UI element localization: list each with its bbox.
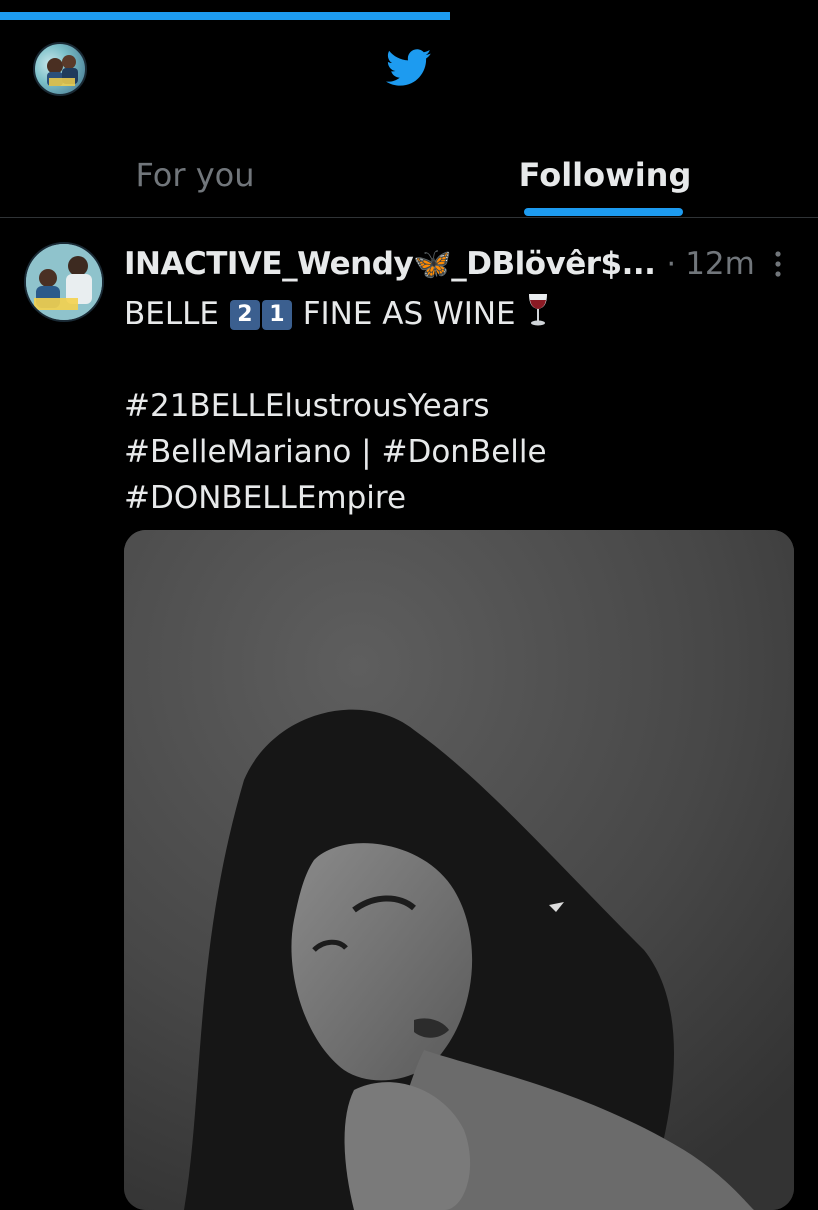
tweet-header: INACTIVE_Wendy🦋_DBlövêr$... · 12m bbox=[124, 245, 764, 289]
hashtag-line-1[interactable]: #21BELLElustrousYears bbox=[124, 383, 784, 429]
tweet-timestamp[interactable]: 12m bbox=[685, 246, 755, 282]
tweet-text-suffix: FINE AS WINE bbox=[302, 296, 516, 332]
wine-glass-icon bbox=[529, 294, 548, 326]
tab-for-you[interactable]: For you bbox=[0, 140, 390, 218]
tweet-text-prefix: BELLE bbox=[124, 296, 219, 332]
profile-avatar[interactable] bbox=[33, 42, 87, 96]
tweet[interactable]: INACTIVE_Wendy🦋_DBlövêr$... · 12m BELLE … bbox=[0, 219, 818, 1210]
meta-separator: · bbox=[666, 247, 677, 282]
keycap-two: 2 bbox=[229, 300, 260, 330]
timeline-tabs: For you Following bbox=[0, 140, 818, 218]
twitter-bird-icon[interactable] bbox=[386, 49, 432, 87]
hashtag-line-3[interactable]: #DONBELLEmpire bbox=[124, 475, 784, 521]
more-options-icon[interactable] bbox=[770, 249, 786, 279]
loading-progress-bar bbox=[0, 0, 818, 22]
loading-progress-fill bbox=[0, 12, 450, 20]
top-app-bar bbox=[0, 22, 818, 122]
tab-selected-indicator bbox=[524, 208, 683, 216]
author-avatar[interactable] bbox=[24, 242, 104, 322]
tab-following[interactable]: Following bbox=[470, 140, 740, 218]
tweet-text: BELLE 21 FINE AS WINE #21BELLElustrousYe… bbox=[124, 291, 784, 521]
tweet-media-image[interactable] bbox=[124, 530, 794, 1210]
tweet-line-1: BELLE 21 FINE AS WINE bbox=[124, 291, 784, 337]
hashtag-line-2[interactable]: #BelleMariano | #DonBelle bbox=[124, 429, 784, 475]
keycap-one: 1 bbox=[261, 300, 292, 330]
author-display-name[interactable]: INACTIVE_Wendy🦋_DBlövêr$... bbox=[124, 246, 656, 282]
